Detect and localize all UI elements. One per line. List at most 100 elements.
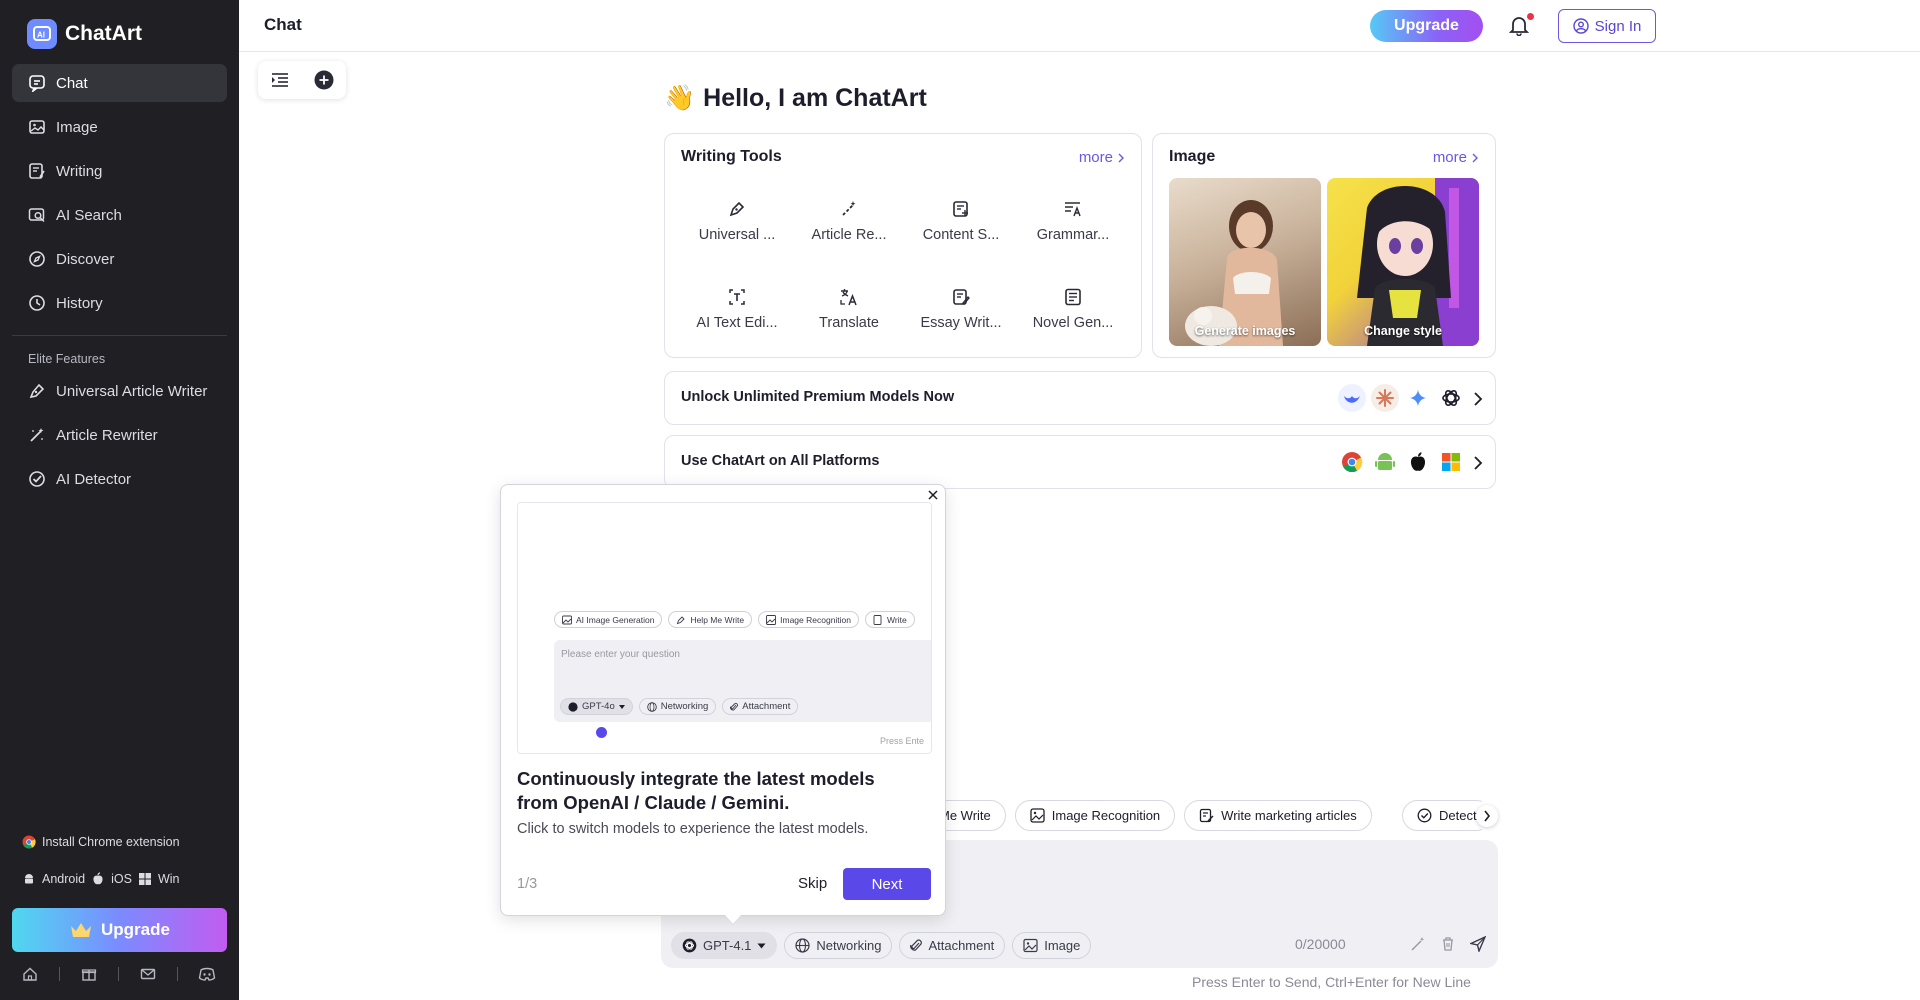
apple-icon: [93, 872, 103, 885]
writing-tools-more-link[interactable]: more: [1079, 149, 1125, 166]
networking-toggle[interactable]: Networking: [784, 932, 893, 959]
sidebar-upgrade-button[interactable]: Upgrade: [12, 908, 227, 952]
popup-title: Continuously integrate the latest models…: [517, 768, 875, 813]
platforms-title: Use ChatArt on All Platforms: [681, 453, 880, 469]
elite-item-universal-article-writer[interactable]: Universal Article Writer: [12, 372, 227, 410]
text-edit-icon: [729, 289, 745, 305]
history-icon: [29, 295, 45, 311]
tool-ai-text-editor[interactable]: AI Text Edi...: [681, 274, 793, 344]
openai-icon: [682, 938, 697, 953]
platform-android[interactable]: Android: [42, 872, 85, 886]
globe-icon: [646, 701, 657, 712]
chip-detect-clipped[interactable]: Detect: [1402, 800, 1482, 831]
elite-item-ai-detector[interactable]: AI Detector: [12, 460, 227, 498]
nav-item-history[interactable]: History: [12, 284, 227, 322]
model-name: GPT-4.1: [703, 938, 752, 953]
feature-preview: AI Image Generation Help Me Write Image …: [517, 502, 932, 754]
preview-networking: Networking: [638, 698, 717, 715]
nav-item-writing[interactable]: Writing: [12, 152, 227, 190]
onboarding-popup: AI Image Generation Help Me Write Image …: [500, 484, 946, 916]
generate-images-tile[interactable]: Generate images: [1169, 178, 1321, 346]
change-style-tile[interactable]: Change style: [1327, 178, 1479, 346]
image-upload-button[interactable]: Image: [1012, 932, 1092, 959]
toggle-sidebar-icon[interactable]: [271, 72, 289, 88]
chip-image-recognition[interactable]: Image Recognition: [1014, 800, 1176, 831]
nav-label: Chat: [56, 74, 88, 92]
popup-next-button[interactable]: Next: [843, 868, 931, 900]
tool-grammar-checker[interactable]: Grammar...: [1017, 186, 1129, 256]
tool-content-summarizer[interactable]: Content S...: [905, 186, 1017, 256]
search-icon: [28, 208, 45, 223]
gift-icon[interactable]: [81, 966, 97, 982]
trash-icon[interactable]: [1440, 936, 1456, 952]
tool-novel-generator[interactable]: Novel Gen...: [1017, 274, 1129, 344]
chrome-extension-link[interactable]: Install Chrome extension: [22, 835, 180, 849]
compass-icon: [29, 251, 45, 267]
preview-attachment-label: Attachment: [742, 701, 791, 712]
nav-item-discover[interactable]: Discover: [12, 240, 227, 278]
platform-links: Android iOS Win: [22, 872, 179, 886]
premium-models-banner[interactable]: Unlock Unlimited Premium Models Now: [664, 371, 1496, 425]
top-upgrade-button[interactable]: Upgrade: [1370, 10, 1483, 42]
nav-item-chat[interactable]: Chat: [12, 64, 227, 102]
chip-write-marketing-articles[interactable]: Write marketing articles: [1184, 800, 1372, 831]
magic-wand-icon[interactable]: [1410, 936, 1426, 952]
home-icon[interactable]: [22, 966, 38, 982]
windows-icon: [138, 873, 151, 885]
nav-label: History: [56, 294, 103, 312]
preview-chips: AI Image Generation Help Me Write Image …: [554, 611, 915, 628]
top-bar: Chat: [239, 0, 1920, 52]
discord-icon[interactable]: [198, 966, 216, 982]
send-icon[interactable]: [1470, 936, 1486, 952]
model-selector[interactable]: GPT-4.1: [671, 932, 778, 959]
nav-label: Writing: [56, 162, 103, 180]
attachment-label: Attachment: [928, 938, 995, 953]
image-more-link[interactable]: more: [1433, 149, 1479, 166]
app-logo[interactable]: AI ChatArt: [27, 19, 142, 49]
close-icon[interactable]: [925, 487, 941, 503]
attachment-button[interactable]: Attachment: [899, 932, 1006, 959]
sign-in-button[interactable]: Sign In: [1558, 9, 1656, 43]
tool-article-rewriter[interactable]: Article Re...: [793, 186, 905, 256]
tool-universal-writer[interactable]: Universal ...: [681, 186, 793, 256]
image-scan-icon: [1030, 808, 1045, 823]
footer-separator: [176, 967, 178, 981]
new-chat-icon[interactable]: [314, 70, 334, 90]
tool-label: Essay Writ...: [920, 315, 1002, 331]
nav-item-image[interactable]: Image: [12, 108, 227, 146]
platform-win[interactable]: Win: [158, 872, 180, 886]
writing-tools-grid: Universal ... Article Re... Content S...…: [681, 186, 1221, 344]
platform-logos: [1338, 448, 1465, 476]
popup-skip-button[interactable]: Skip: [798, 875, 827, 892]
chip-label: Write marketing articles: [1221, 808, 1357, 823]
chrome-icon: [1338, 448, 1366, 476]
user-icon: [1572, 18, 1589, 34]
premium-models-title: Unlock Unlimited Premium Models Now: [681, 389, 955, 405]
tool-translate[interactable]: Translate: [793, 274, 905, 344]
nav-label: Image: [56, 118, 98, 136]
chips-scroll-right[interactable]: [1476, 805, 1498, 827]
nav-label: Discover: [56, 250, 115, 268]
document-edit-icon: [1200, 808, 1214, 823]
char-counter: 0/20000: [1295, 936, 1346, 952]
elite-label: Universal Article Writer: [56, 382, 208, 400]
apple-icon: [1404, 448, 1432, 476]
mail-icon[interactable]: [140, 966, 156, 982]
image-icon: [29, 120, 45, 134]
platforms-banner[interactable]: Use ChatArt on All Platforms: [664, 435, 1496, 489]
tool-essay-writer[interactable]: Essay Writ...: [905, 274, 1017, 344]
wave-emoji: 👋: [664, 84, 696, 112]
input-actions: [1410, 936, 1486, 952]
model-logos: [1338, 384, 1465, 412]
pen-icon: [729, 201, 745, 217]
tool-label: Translate: [819, 315, 879, 331]
sidebar: AI ChatArt Chat Image Writing AI Search …: [0, 0, 239, 1000]
platform-ios[interactable]: iOS: [111, 872, 132, 886]
chip-detect[interactable]: Detect: [1402, 800, 1482, 831]
preview-input: Please enter your question GPT-4o Networ…: [554, 640, 931, 722]
chevron-right-icon: [1474, 392, 1483, 406]
image-card-title: Image: [1169, 148, 1216, 165]
nav-item-ai-search[interactable]: AI Search: [12, 196, 227, 234]
elite-item-article-rewriter[interactable]: Article Rewriter: [12, 416, 227, 454]
popup-step-indicator: 1/3: [517, 876, 538, 892]
